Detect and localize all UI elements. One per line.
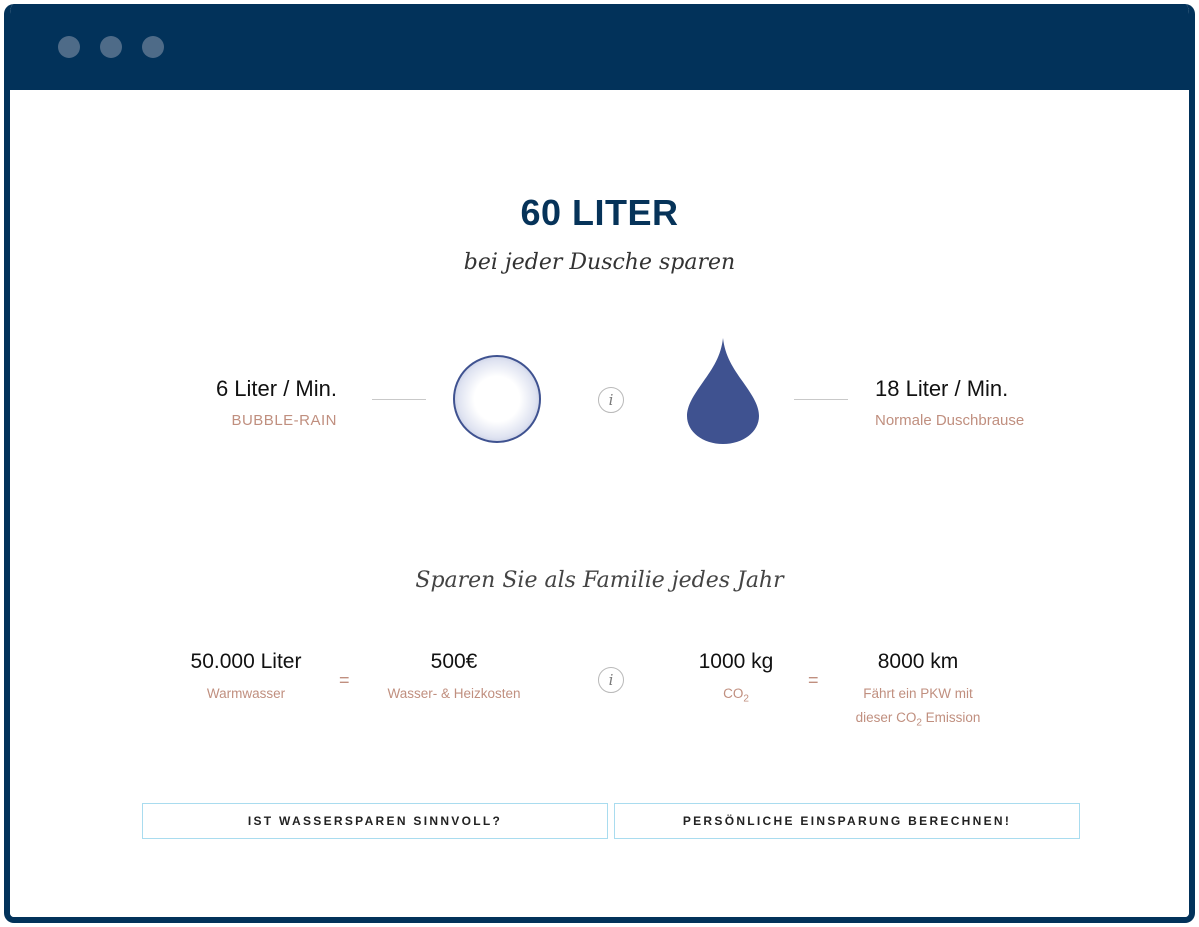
browser-titlebar [10, 4, 1189, 90]
family-savings-heading: Sparen Sie als Familie jedes Jahr [415, 568, 784, 593]
savings-subline: bei jeder Dusche sparen [463, 250, 736, 275]
page-content: 60 LITER bei jeder Dusche sparen 6 Liter… [10, 90, 1189, 917]
stat-label-line2-post: Emission [921, 710, 981, 725]
stat-label: Wasser- & Heizkosten [387, 686, 521, 701]
stat-value: 1000 kg [698, 650, 774, 673]
left-connector-line [372, 399, 426, 400]
stat-value: 50.000 Liter [190, 650, 302, 673]
window-maximize-dot[interactable] [142, 36, 164, 58]
info-icon[interactable]: i [598, 667, 624, 693]
window-close-dot[interactable] [58, 36, 80, 58]
info-icon[interactable]: i [598, 387, 624, 413]
stat-value: 8000 km [877, 650, 959, 673]
bubble-rain-label: BUBBLE-RAIN [231, 412, 337, 429]
stat-value: 500€ [430, 650, 478, 673]
water-drop-icon [687, 338, 759, 444]
normal-shower-rate: 18 Liter / Min. [875, 376, 1009, 401]
stat-costs: 500€ Wasser- & Heizkosten [374, 650, 534, 706]
stat-label: CO2 [656, 682, 816, 712]
window-minimize-dot[interactable] [100, 36, 122, 58]
right-connector-line [794, 399, 848, 400]
bubble-icon [453, 355, 541, 443]
stat-co2: 1000 kg CO2 [656, 650, 816, 712]
stat-label: Warmwasser [206, 686, 286, 701]
stat-warm-water: 50.000 Liter Warmwasser [166, 650, 326, 706]
calculate-personal-savings-button[interactable]: PERSÖNLICHE EINSPARUNG BERECHNEN! [614, 803, 1080, 839]
stat-label-line2-pre: dieser CO [855, 710, 917, 725]
equals-sign: = [808, 670, 819, 690]
stat-car-distance: 8000 km Fährt ein PKW mit dieser CO2 Emi… [838, 650, 998, 736]
bubble-rain-rate: 6 Liter / Min. [215, 376, 337, 401]
co2-text: CO [723, 686, 744, 701]
is-saving-water-useful-button[interactable]: IST WASSERSPAREN SINNVOLL? [142, 803, 608, 839]
co2-subscript: 2 [743, 693, 749, 705]
normal-shower-label: Normale Duschbrause [875, 412, 1025, 429]
stat-label: Fährt ein PKW mit dieser CO2 Emission [838, 682, 998, 736]
stat-label-line1: Fährt ein PKW mit [863, 686, 973, 701]
browser-window: 60 LITER bei jeder Dusche sparen 6 Liter… [4, 4, 1195, 923]
savings-headline: 60 LITER [520, 192, 679, 233]
equals-sign: = [339, 670, 350, 690]
